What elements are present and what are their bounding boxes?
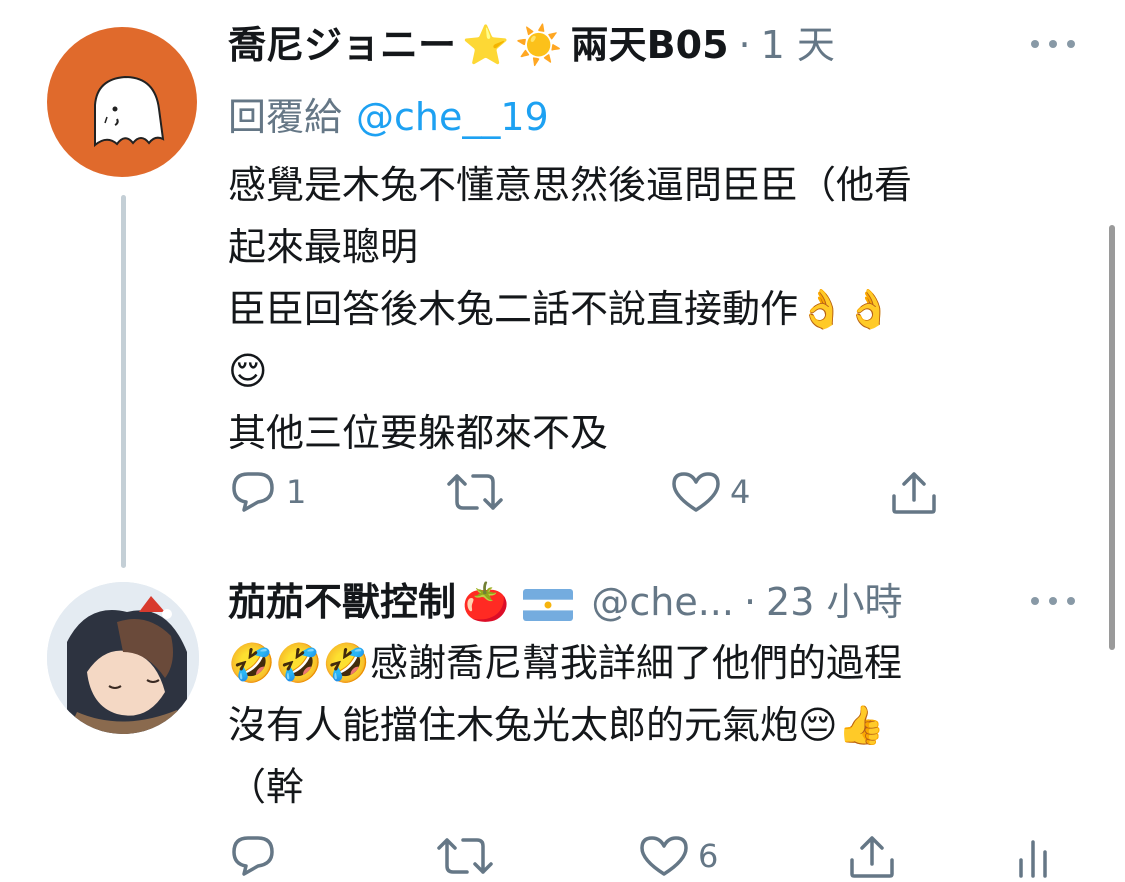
analytics-button[interactable] [1013,832,1053,882]
like-count: 4 [730,473,751,511]
thread-line [121,195,126,568]
reply-button[interactable] [228,832,286,880]
more-icon[interactable] [1031,38,1075,50]
avatar[interactable] [47,27,197,177]
like-count: 6 [698,837,719,875]
tweet-2[interactable]: 茄茄不獸控制 🍅 @che... · 23 小時 🤣🤣🤣感謝喬尼幫我詳細了他們的… [0,570,1125,878]
handle[interactable]: @che... [591,583,734,621]
sun-emoji-icon: ☀️ [515,23,563,67]
share-icon [892,472,936,514]
reply-to-label: 回覆給 [228,95,343,139]
retweet-button[interactable] [433,832,505,880]
tweet-text: 感覺是木兔不懂意思然後逼問臣臣（他看 起來最聰明 臣臣回答後木兔二話不說直接動作… [228,163,913,455]
star-emoji-icon: ⭐ [462,23,510,67]
retweet-icon [447,474,503,510]
like-button[interactable]: 6 [638,832,718,880]
reply-count: 1 [286,473,307,511]
retweet-button[interactable] [443,468,515,516]
timestamp[interactable]: 1 天 [761,26,835,64]
avatar[interactable] [47,582,199,734]
like-button[interactable]: 4 [670,468,750,516]
separator-dot: · [738,23,751,67]
tweet-1[interactable]: 喬尼ジョニー ⭐ ☀️ 兩天B05 · 1 天 回覆給 @che__19 感覺是木… [0,0,1125,570]
analytics-icon [1019,840,1047,878]
reply-icon [232,836,274,876]
action-bar: 6 [228,832,1047,882]
scrollbar[interactable] [1109,225,1115,650]
reply-to-line: 回覆給 @che__19 [228,86,549,141]
argentina-flag-icon [523,583,574,621]
separator-dot: · [743,580,757,624]
display-name-suffix[interactable]: 兩天B05 [571,26,729,64]
share-icon [850,836,894,878]
more-icon[interactable] [1031,595,1075,607]
share-button[interactable] [888,468,940,518]
retweet-icon [437,838,493,874]
action-bar: 1 4 [228,468,968,518]
tweet-header: 茄茄不獸控制 🍅 @che... · 23 小時 [228,583,902,621]
reply-button[interactable]: 1 [228,468,306,516]
display-name[interactable]: 茄茄不獸控制 [228,583,456,621]
timestamp[interactable]: 23 小時 [766,583,902,621]
reply-icon [232,472,274,512]
share-button[interactable] [846,832,898,882]
illustrated-avatar-icon [47,582,199,734]
ghost-avatar-icon [94,75,165,148]
display-name[interactable]: 喬尼ジョニー [228,26,456,64]
tweet-text: 🤣🤣🤣感謝喬尼幫我詳細了他們的過程 沒有人能擋住木兔光太郎的元氣炮😔👍 （幹 [228,641,902,809]
reply-to-handle[interactable]: @che__19 [356,95,549,139]
tomato-emoji-icon: 🍅 [462,580,510,624]
tweet-header: 喬尼ジョニー ⭐ ☀️ 兩天B05 · 1 天 [228,26,835,64]
like-icon [672,472,720,512]
like-icon [640,836,688,876]
